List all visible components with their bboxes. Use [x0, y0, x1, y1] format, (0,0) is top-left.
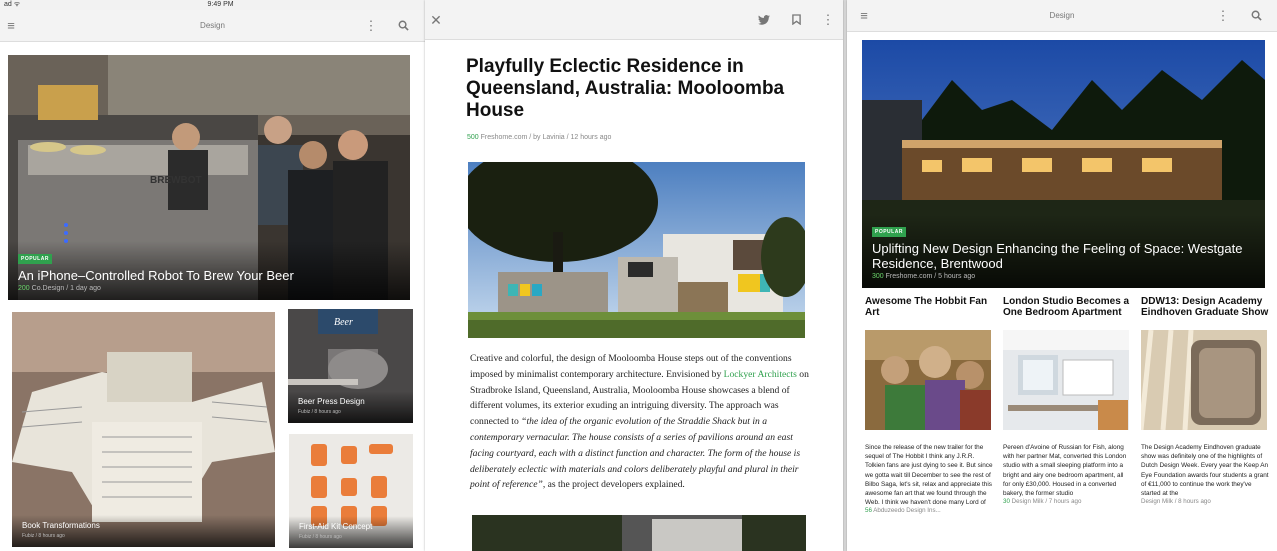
story-meta: Design Milk / 8 hours ago: [1141, 498, 1211, 506]
story-column-london[interactable]: London Studio Becomes a One Bedroom Apar…: [1003, 296, 1131, 505]
more-icon[interactable]: ⋮: [819, 11, 837, 29]
story-tile-beer-press[interactable]: Beer Beer Press Design Fubiz / 8 hours a…: [288, 309, 413, 423]
popular-badge: POPULAR: [872, 227, 906, 237]
article-title: Playfully Eclectic Residence in Queensla…: [466, 56, 785, 121]
ddw13-image: [1138, 329, 1267, 431]
article-body: Creative and colorful, the design of Moo…: [470, 353, 809, 491]
first-aid-caption: First-Aid Kit Concept Fubiz / 8 hours ag…: [289, 516, 413, 548]
story-column-hobbit[interactable]: Awesome The Hobbit Fan Art Since the rel…: [865, 296, 993, 514]
clock: 9:49 PM: [207, 1, 234, 8]
popular-badge: POPULAR: [18, 254, 52, 264]
more-icon[interactable]: ⋮: [1214, 7, 1232, 25]
story-column-ddw13[interactable]: DDW13: Design Academy Eindhoven Graduate…: [1138, 296, 1269, 506]
hero-caption: POPULAR Uplifting New Design Enhancing t…: [862, 214, 1265, 288]
story-meta: 30 Design Milk / 7 hours ago: [1003, 498, 1082, 506]
toolbar: ≡ Design ⋮: [0, 10, 425, 42]
beer-press-caption: Beer Press Design Fubiz / 8 hours ago: [288, 391, 413, 423]
first-aid-meta: Fubiz / 8 hours ago: [299, 534, 342, 540]
share-count: 200: [18, 285, 30, 292]
hero-story[interactable]: POPULAR Uplifting New Design Enhancing t…: [862, 40, 1265, 288]
status-bar: ad ᯤ 9:49 PM: [0, 0, 425, 10]
story-excerpt: Since the release of the new trailer for…: [865, 444, 993, 507]
book-title: Book Transformations: [22, 521, 100, 530]
section-title: Design: [1049, 11, 1075, 20]
share-count: 300: [872, 273, 884, 280]
hero-title: Uplifting New Design Enhancing the Feeli…: [872, 241, 1243, 271]
hero-meta: 200 Co.Design / 1 day ago: [18, 285, 101, 292]
article-panel: ✕ ⋮ Playfully Eclectic Residence in Quee…: [425, 0, 843, 551]
article-meta: 500 Freshome.com / by Lavinia / 12 hours…: [467, 134, 612, 141]
article-toolbar: ✕ ⋮: [425, 0, 843, 40]
right-panel: ≡ Design ⋮ POPULAR Uplifting New Design …: [847, 0, 1277, 551]
story-title: DDW13: Design Academy Eindhoven Graduate…: [1141, 296, 1269, 318]
story-tile-first-aid[interactable]: First-Aid Kit Concept Fubiz / 8 hours ag…: [289, 434, 413, 548]
bookmark-icon[interactable]: [787, 11, 805, 29]
story-title: London Studio Becomes a One Bedroom Apar…: [1003, 296, 1130, 318]
hero-story[interactable]: BREWBOT POPULAR An iPhone–Controlled Rob…: [8, 55, 410, 300]
share-count: 56: [865, 507, 872, 515]
toolbar: ≡ Design ⋮: [847, 0, 1277, 32]
hero-caption: POPULAR An iPhone–Controlled Robot To Br…: [8, 241, 410, 300]
book-caption: Book Transformations Fubiz / 8 hours ago: [12, 515, 275, 547]
share-count: 500: [467, 134, 479, 141]
close-icon[interactable]: ✕: [427, 11, 445, 29]
carrier: ad ᯤ: [4, 1, 21, 8]
more-icon[interactable]: ⋮: [362, 17, 380, 35]
beer-press-meta: Fubiz / 8 hours ago: [298, 409, 341, 415]
search-icon[interactable]: [1247, 7, 1265, 25]
left-panel: ad ᯤ 9:49 PM ≡ Design ⋮ BREWBOT POPULAR …: [0, 0, 425, 551]
search-icon[interactable]: [394, 17, 412, 35]
share-count: 30: [1003, 498, 1010, 506]
article-image: [468, 162, 805, 338]
architect-link[interactable]: Lockyer Architects: [724, 369, 797, 380]
first-aid-title: First-Aid Kit Concept: [299, 522, 373, 531]
hobbit-image: [865, 330, 991, 430]
story-meta: 56 Abduzeedo Design Ins...: [865, 507, 941, 515]
book-meta: Fubiz / 8 hours ago: [22, 533, 65, 539]
beer-sign: Beer: [334, 317, 353, 328]
london-image: [1003, 330, 1129, 430]
story-excerpt: The Design Academy Eindhoven graduate sh…: [1141, 444, 1269, 498]
story-excerpt: Pereen d'Avoine of Russian for Fish, alo…: [1003, 444, 1127, 498]
hero-meta: 300 Freshome.com / 5 hours ago: [872, 273, 976, 280]
story-title: Awesome The Hobbit Fan Art: [865, 296, 988, 318]
brewbot-logo: BREWBOT: [150, 175, 202, 186]
story-tile-book[interactable]: Book Transformations Fubiz / 8 hours ago: [12, 312, 275, 547]
twitter-icon[interactable]: [755, 11, 773, 29]
book-image: [12, 312, 275, 547]
article-image-2: [472, 515, 806, 551]
beer-press-title: Beer Press Design: [298, 397, 365, 406]
hero-title: An iPhone–Controlled Robot To Brew Your …: [18, 268, 294, 283]
